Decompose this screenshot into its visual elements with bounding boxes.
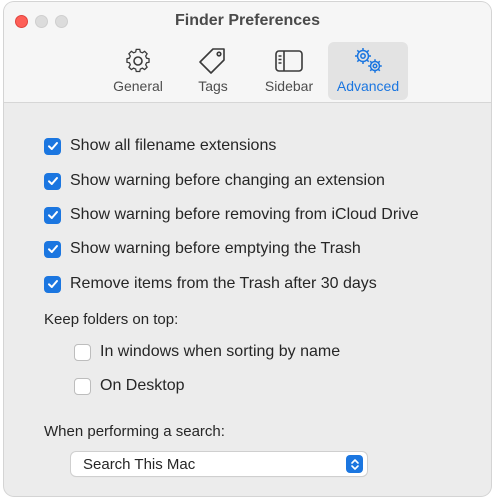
checkbox[interactable] — [44, 137, 61, 155]
option-label: Show all filename extensions — [70, 137, 277, 154]
sidebar-icon — [275, 50, 303, 72]
option-warn-icloud[interactable]: Show warning before removing from iCloud… — [44, 206, 419, 224]
window-title: Finder Preferences — [175, 12, 320, 29]
checkmark-icon — [47, 177, 58, 185]
tab-sidebar[interactable]: Sidebar — [255, 42, 323, 100]
tab-general-label: General — [113, 78, 163, 94]
checkbox[interactable] — [74, 343, 91, 361]
gear-icon — [126, 48, 150, 73]
checkbox[interactable] — [74, 377, 91, 395]
option-label: Show warning before emptying the Trash — [70, 240, 361, 257]
checkmark-icon — [47, 245, 58, 253]
toolbar: Finder Preferences General Tags Sidebar … — [4, 2, 491, 103]
search-scope-select[interactable]: Search This Mac — [71, 452, 367, 476]
tag-icon — [199, 48, 225, 74]
option-label: On Desktop — [100, 377, 185, 394]
tab-advanced[interactable]: Advanced — [328, 42, 408, 100]
checkbox[interactable] — [44, 240, 61, 258]
tab-sidebar-label: Sidebar — [264, 78, 314, 94]
folders-on-top-label: Keep folders on top: — [44, 311, 179, 328]
finder-preferences-window: Finder Preferences General Tags Sidebar … — [4, 2, 491, 496]
checkbox[interactable] — [44, 172, 61, 190]
option-remove-trash-30-days[interactable]: Remove items from the Trash after 30 day… — [44, 275, 377, 293]
option-label: Show warning before changing an extensio… — [70, 172, 385, 189]
option-folders-desktop[interactable]: On Desktop — [74, 377, 184, 395]
tab-advanced-label: Advanced — [336, 78, 400, 94]
option-folders-windows[interactable]: In windows when sorting by name — [74, 343, 340, 361]
tab-general[interactable]: General — [104, 42, 172, 100]
checkmark-icon — [47, 142, 58, 150]
option-show-extensions[interactable]: Show all filename extensions — [44, 137, 276, 155]
option-label: In windows when sorting by name — [100, 343, 341, 360]
search-scope-label: When performing a search: — [44, 423, 225, 440]
gears-icon — [355, 48, 382, 73]
tab-tags[interactable]: Tags — [187, 42, 239, 100]
tab-tags-label: Tags — [198, 78, 228, 94]
option-warn-trash[interactable]: Show warning before emptying the Trash — [44, 240, 361, 258]
option-label: Remove items from the Trash after 30 day… — [70, 275, 377, 292]
checkmark-icon — [47, 280, 58, 288]
checkmark-icon — [47, 211, 58, 219]
checkbox[interactable] — [44, 275, 61, 293]
checkbox[interactable] — [44, 206, 61, 224]
search-scope-value: Search This Mac — [83, 455, 196, 473]
option-warn-change-extension[interactable]: Show warning before changing an extensio… — [44, 172, 385, 190]
option-label: Show warning before removing from iCloud… — [70, 206, 419, 223]
chevron-up-down-icon — [346, 455, 363, 473]
